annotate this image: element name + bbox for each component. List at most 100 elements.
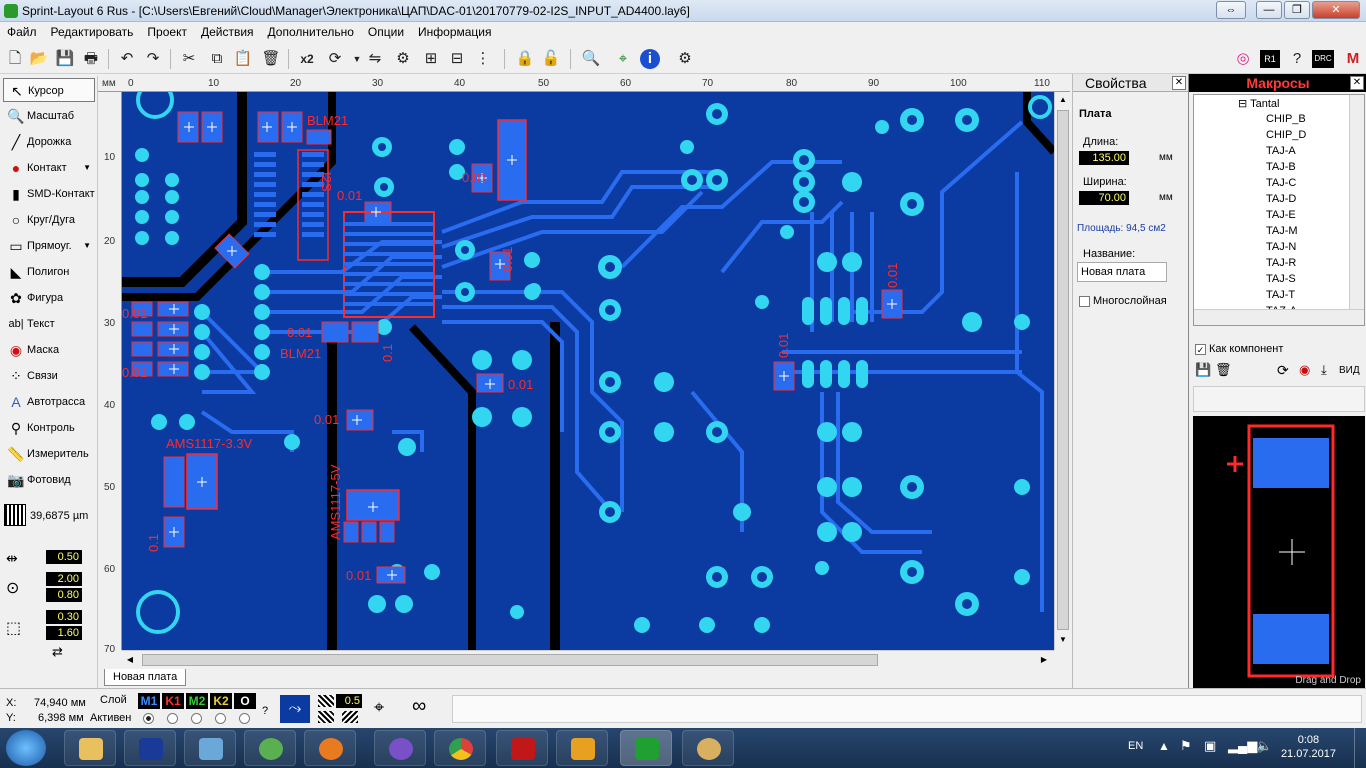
taskbar-sprint-layout[interactable] [620,730,672,766]
taskbar-outlook[interactable] [556,730,608,766]
scroll-left-icon[interactable]: ◀ [122,652,138,668]
width-input[interactable]: 70.00 [1079,191,1129,205]
pad-outer-value[interactable]: 2.00 [46,572,82,586]
close-button[interactable]: ✕ [1312,1,1360,19]
tool-connections[interactable]: ⁘ Связи [3,364,95,388]
maximize-button[interactable]: ❐ [1284,1,1310,19]
tool-drc[interactable]: ⚲ Контроль [3,416,95,440]
tree-vertical-scrollbar[interactable] [1349,95,1364,309]
tool-pad[interactable]: ● Контакт ▼ [3,156,95,180]
mirror-icon[interactable]: ⇋ [364,48,386,70]
ungroup-icon[interactable]: ⊟ [446,48,468,70]
smd-height-value[interactable]: 1.60 [46,626,82,640]
paste-icon[interactable]: 📋 [232,48,254,70]
name-input[interactable]: Новая плата [1077,262,1167,282]
tree-node-tantal[interactable]: ⊟ Tantal [1238,97,1279,110]
tool-smd-pad[interactable]: ▮ SMD-Контакт [3,182,95,206]
target-icon[interactable]: ◎ [1232,48,1254,70]
redo-icon[interactable]: ↷ [142,48,164,70]
length-input[interactable]: 135.00 [1079,151,1129,165]
open-folder-icon[interactable]: 📂 [28,48,50,70]
taskbar-viber[interactable] [374,730,426,766]
help-icon[interactable]: ? [1286,48,1308,70]
layer-k1[interactable]: K1 [162,693,184,709]
resize-icon[interactable]: ⇔ [1216,1,1246,19]
pad-inner-value[interactable]: 0.80 [46,588,82,602]
track-width-status[interactable]: 0.5 [336,694,362,708]
tool-track[interactable]: ╱ Дорожка [3,130,95,154]
language-indicator[interactable]: EN [1128,740,1143,752]
delete-icon[interactable]: 🗑 [1215,362,1232,378]
vertical-scrollbar[interactable]: ▲ ▼ [1054,92,1070,650]
undo-icon[interactable]: ↶ [116,48,138,70]
print-icon[interactable]: 🖶 [80,48,102,70]
smd-width-value[interactable]: 0.30 [46,610,82,624]
layer-m2[interactable]: M2 [186,693,208,709]
tree-horizontal-scrollbar[interactable] [1194,309,1364,325]
menu-options[interactable]: Опции [361,22,411,42]
taskbar-app-4[interactable] [244,730,296,766]
tab-board[interactable]: Новая плата [104,669,187,686]
new-file-icon[interactable]: 🗋 [4,48,26,70]
vertical-scroll-thumb[interactable] [1057,110,1069,630]
zoom-area-icon[interactable]: ⌖ [612,48,634,70]
tree-item[interactable]: TAJ-A [1266,145,1296,157]
rotate-icon[interactable]: ⟳ [324,48,346,70]
menu-info[interactable]: Информация [411,22,498,42]
tree-item[interactable]: CHIP_D [1266,129,1306,141]
tool-rectangle[interactable]: ▭ Прямоуг. ▼ [3,234,95,258]
delete-icon[interactable]: 🗑 [260,48,282,70]
tool-cursor[interactable]: ↖ Курсор [3,78,95,102]
layer-k1-radio[interactable] [167,713,178,724]
horizontal-scrollbar[interactable]: ◀ ▶ [122,650,1054,668]
tree-item[interactable]: TAJ-N [1266,241,1296,253]
tree-item[interactable]: CHIP_B [1266,113,1306,125]
settings-gear-icon[interactable]: ⚙ [674,48,696,70]
import-icon[interactable]: ⤓ [1321,362,1327,378]
menu-file[interactable]: Файл [0,22,44,42]
scroll-up-icon[interactable]: ▲ [1056,92,1070,108]
flag-icon[interactable]: ⚑ [1180,738,1192,754]
lock-icon[interactable]: 🔒 [514,48,536,70]
swap-icon[interactable]: ⇄ [52,644,63,660]
layer-o[interactable]: O [234,693,256,709]
layer-k2[interactable]: K2 [210,693,232,709]
pcb-canvas[interactable]: BLM21 I2S 0.01 0.01 0.01 0.01 BLM21 0.01… [122,92,1054,650]
route-mode-icon[interactable]: ⤳ [280,695,310,723]
tool-zoom[interactable]: 🔍 Масштаб [3,104,95,128]
start-button[interactable] [6,730,46,766]
horizontal-scroll-thumb[interactable] [142,654,878,666]
scroll-down-icon[interactable]: ▼ [1056,632,1070,648]
align-icon[interactable]: ⚙ [392,48,414,70]
taskbar-acrobat[interactable] [496,730,548,766]
tool-circle[interactable]: ○ Круг/Дуга [3,208,95,232]
taskbar-app-3[interactable] [184,730,236,766]
shape-icon[interactable]: ∞ [412,695,426,718]
save-icon[interactable]: 💾 [1195,362,1211,378]
tool-mask[interactable]: ◉ Маска [3,338,95,362]
clock[interactable]: 0:08 21.07.2017 [1281,733,1336,761]
tree-item[interactable]: TAJ-E [1266,209,1296,221]
layer-o-radio[interactable] [239,713,250,724]
tool-polygon[interactable]: ◣ Полигон [3,260,95,284]
as-component-checkbox[interactable]: ✓ [1195,344,1206,355]
tree-item[interactable]: TAJ-M [1266,225,1298,237]
duplicate-button[interactable]: x2 [296,48,318,70]
taskbar-firefox[interactable] [304,730,356,766]
save-icon[interactable]: 💾 [54,48,76,70]
taskbar-paint[interactable] [682,730,734,766]
crosshair-icon[interactable]: ⌖ [374,697,384,718]
device-icon[interactable]: ▣ [1204,738,1216,754]
layer-m1-radio[interactable] [143,713,154,724]
close-icon[interactable]: ✕ [1172,76,1186,90]
menu-extra[interactable]: Дополнительно [261,22,361,42]
tool-text[interactable]: ab| Текст [3,312,95,336]
record-icon[interactable]: ◉ [1299,362,1310,378]
copy-icon[interactable]: ⧉ [206,48,228,70]
tree-item[interactable]: TAJ-D [1266,193,1296,205]
menu-actions[interactable]: Действия [194,22,261,42]
r1-button[interactable]: R1 [1260,50,1280,68]
layer-m1[interactable]: M1 [138,693,160,709]
info-icon[interactable]: i [640,49,660,69]
layer-k2-radio[interactable] [215,713,226,724]
